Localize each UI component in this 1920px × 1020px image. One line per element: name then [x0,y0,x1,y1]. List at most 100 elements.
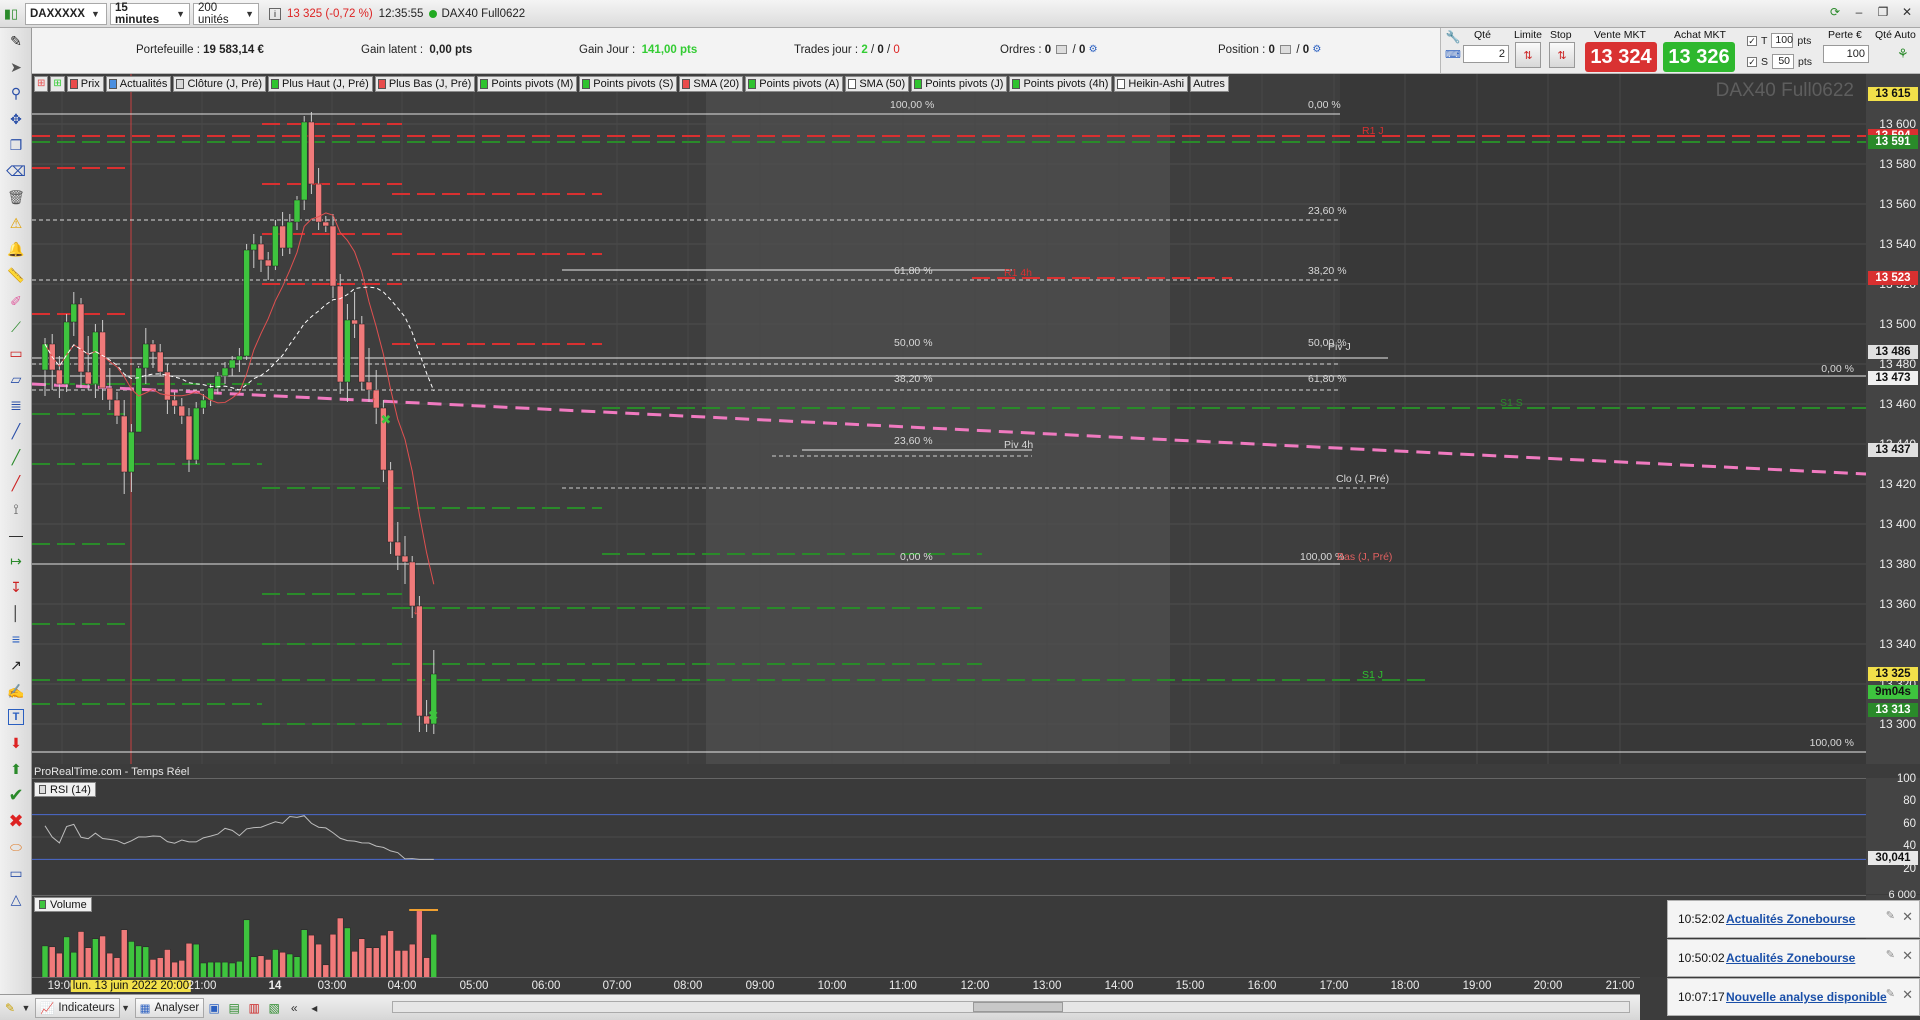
ruler-icon[interactable]: 📏 [0,262,32,288]
fibonacci-icon[interactable]: ≣ [0,392,32,418]
rsi-pane[interactable]: RSI (14) [32,778,1866,894]
close-icon[interactable]: ✕ [1898,4,1916,20]
auto-qty-icon[interactable]: ⚘ [1897,46,1909,62]
info-icon[interactable]: i [269,7,281,20]
price-chart-svg[interactable]: DAX40 Full0622 100,00 % 0,00 % 23,60 % 38,20… [32,74,1866,764]
rsi-indicator-tag[interactable]: RSI (14) [34,782,96,797]
timeframe-selector[interactable]: 15 minutes ▼ [110,2,190,26]
chevron-down-icon[interactable]: ▼ [20,998,32,1018]
take-profit-input[interactable]: 100 [1771,33,1794,48]
ellipse-icon[interactable]: ⬭ [0,834,32,860]
eraser-icon[interactable]: ⌫ [0,158,32,184]
export-icon[interactable]: ▧ [264,998,284,1018]
vertical-line-icon[interactable]: │ [0,600,32,626]
pencil-icon[interactable]: ✎ [0,28,32,54]
sell-market-button[interactable]: 13 324 [1585,42,1657,72]
time-axis[interactable]: 19:00 lun. 13 juin 2022 20:00 21:00 14 03:00… [32,977,1640,994]
bell-icon[interactable]: 🔔 [0,236,32,262]
stop-loss-checkbox[interactable]: ✓ [1747,56,1757,67]
indicator-tag[interactable]: Points pivots (A) [745,75,844,92]
indicator-tag[interactable]: Clôture (J, Pré) [173,75,267,92]
ray-icon[interactable]: ╱ [0,444,32,470]
indicators-button[interactable]: 📈 Indicateurs [35,997,120,1018]
template-icon[interactable]: ▤ [224,998,244,1018]
pin-icon[interactable]: ✎ [1886,909,1895,922]
orders-settings-icon[interactable]: ⚙ [1089,44,1098,55]
price-axis[interactable]: 13 300 13 320 13 340 13 360 13 380 13 400 13 4… [1866,74,1920,764]
line-arrow-icon[interactable]: ↗ [0,652,32,678]
stop-loss-input[interactable]: 50 [1772,54,1795,69]
analyze-button[interactable]: ▦ Analyser [134,997,205,1018]
restore-icon[interactable]: ❐ [1874,4,1892,20]
zoom-icon[interactable]: ⚲ [0,80,32,106]
buy-market-button[interactable]: 13 326 [1663,42,1735,72]
volume-pane[interactable]: Volume [32,895,1866,977]
trend-line-icon[interactable]: ╱ [0,418,32,444]
keyboard-icon[interactable]: ⌨ [1445,48,1461,61]
chart-type-icon[interactable]: ▮▯ [0,3,22,25]
scroll-left-icon[interactable]: ◂ [304,998,324,1018]
scroll-start-icon[interactable]: « [284,998,304,1018]
add-object-icon[interactable]: ⊞ [50,75,65,92]
qty-input[interactable]: 2 [1463,45,1509,63]
screenshot-icon[interactable]: ▣ [204,998,224,1018]
position-list-icon[interactable] [1280,45,1292,55]
indicator-tag[interactable]: SMA (50) [845,75,910,92]
close-icon[interactable]: ✕ [1902,948,1913,964]
segment-icon[interactable]: ⟋ [0,314,32,340]
sell-arrow-icon[interactable]: ⬇ [0,730,32,756]
copy-icon[interactable]: ❐ [0,132,32,158]
pin-icon[interactable]: ✎ [1886,948,1895,961]
indicator-tag[interactable]: Points pivots (4h) [1009,75,1113,92]
box-icon[interactable]: ▭ [0,860,32,886]
take-profit-checkbox[interactable]: ✓ [1747,35,1757,46]
channel-icon[interactable]: ▱ [0,366,32,392]
line-icon[interactable]: ╱ [0,470,32,496]
perte-input[interactable]: 100 [1823,45,1869,63]
indicator-tag[interactable]: SMA (20) [679,75,744,92]
pin-icon[interactable]: ✎ [1886,987,1895,1000]
price-chart-pane[interactable]: DAX40 Full0622 100,00 % 0,00 % 23,60 % 38,20… [32,74,1866,764]
notification-link[interactable]: Actualités Zonebourse [1726,912,1855,926]
buy-arrow-icon[interactable]: ⬆ [0,756,32,782]
alert-icon[interactable]: ⚠ [0,210,32,236]
indicator-tag[interactable]: Prix [66,75,104,92]
pencil-icon[interactable]: ✎ [0,998,20,1018]
cross-icon[interactable]: ✖ [0,808,32,834]
notification-item[interactable]: 10:52:02 Actualités Zonebourse ✎ ✕ [1667,900,1920,938]
close-icon[interactable]: ✕ [1902,987,1913,1003]
indicator-tag[interactable]: Points pivots (J) [911,75,1008,92]
indicator-tag[interactable]: Points pivots (S) [579,75,678,92]
orders-list-icon[interactable] [1056,45,1068,55]
horizontal-line-icon[interactable]: — [0,522,32,548]
move-icon[interactable]: ✥ [0,106,32,132]
arrow-down-icon[interactable]: ↧ [0,574,32,600]
chart-scrollbar[interactable] [392,1001,1630,1013]
notification-link[interactable]: Actualités Zonebourse [1726,951,1855,965]
indicator-tag[interactable]: Actualités [105,75,172,92]
levels-icon[interactable]: ≡ [0,626,32,652]
notification-link[interactable]: Nouvelle analyse disponible [1726,990,1887,1004]
add-indicator-icon[interactable]: ⊞ [34,75,49,92]
close-icon[interactable]: ✕ [1902,909,1913,925]
volume-indicator-tag[interactable]: Volume [34,897,92,912]
minimize-icon[interactable]: – [1850,4,1868,20]
arrow-line-icon[interactable]: ↦ [0,548,32,574]
indicator-tag[interactable]: Autres [1190,75,1229,92]
notification-item[interactable]: 10:50:02 Actualités Zonebourse ✎ ✕ [1667,939,1920,977]
indicator-tag[interactable]: Heikin-Ashi [1114,75,1189,92]
notification-item[interactable]: 10:07:17 Nouvelle analyse disponible ✎ ✕ [1667,978,1920,1016]
units-selector[interactable]: 200 unités ▼ [193,2,259,26]
indicator-tag[interactable]: Points pivots (M) [477,75,578,92]
node-icon[interactable]: ⟟ [0,496,32,522]
chart-scrollbar-thumb[interactable] [973,1002,1063,1012]
triangle-icon[interactable]: △ [0,886,32,912]
indicator-tag[interactable]: Plus Haut (J, Pré) [268,75,373,92]
limit-order-button[interactable]: ⇅ [1515,42,1541,68]
cursor-icon[interactable]: ➤ [0,54,32,80]
rectangle-icon[interactable]: ▭ [0,340,32,366]
position-settings-icon[interactable]: ⚙ [1312,44,1321,55]
layout-icon[interactable]: ▥ [244,998,264,1018]
trash-icon[interactable]: 🗑 [0,184,32,210]
wrench-icon[interactable]: 🔧 [1446,30,1461,44]
